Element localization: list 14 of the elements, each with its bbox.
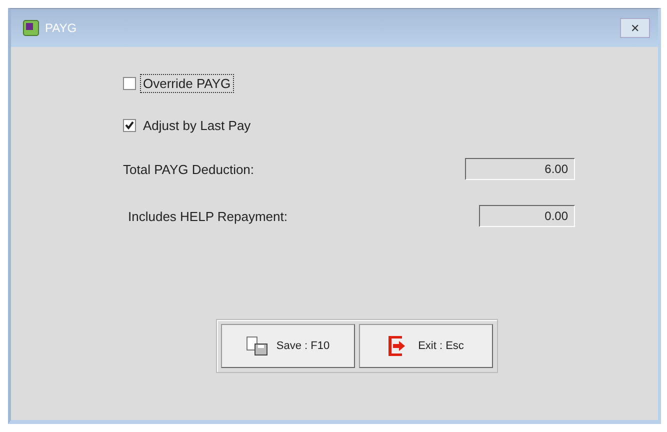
close-button[interactable]: ✕ (620, 18, 650, 38)
field-label: Total PAYG Deduction: (123, 162, 256, 176)
field-label: Includes HELP Repayment: (128, 208, 288, 224)
amount-field[interactable]: 6.00 (465, 158, 575, 180)
save-button[interactable]: Save : F10 (221, 324, 355, 368)
floppy-disk-icon (246, 336, 268, 356)
exit-button[interactable]: Exit : Esc (359, 324, 493, 368)
app-icon (23, 20, 39, 36)
checkbox[interactable] (123, 76, 136, 90)
window-title: PAYG (45, 21, 77, 35)
checkbox-label[interactable]: Override PAYG (140, 74, 234, 92)
checkbox-label[interactable]: Adjust by Last Pay (140, 116, 254, 134)
amount-field[interactable]: 0.00 (479, 205, 575, 227)
checkbox[interactable] (123, 118, 136, 132)
